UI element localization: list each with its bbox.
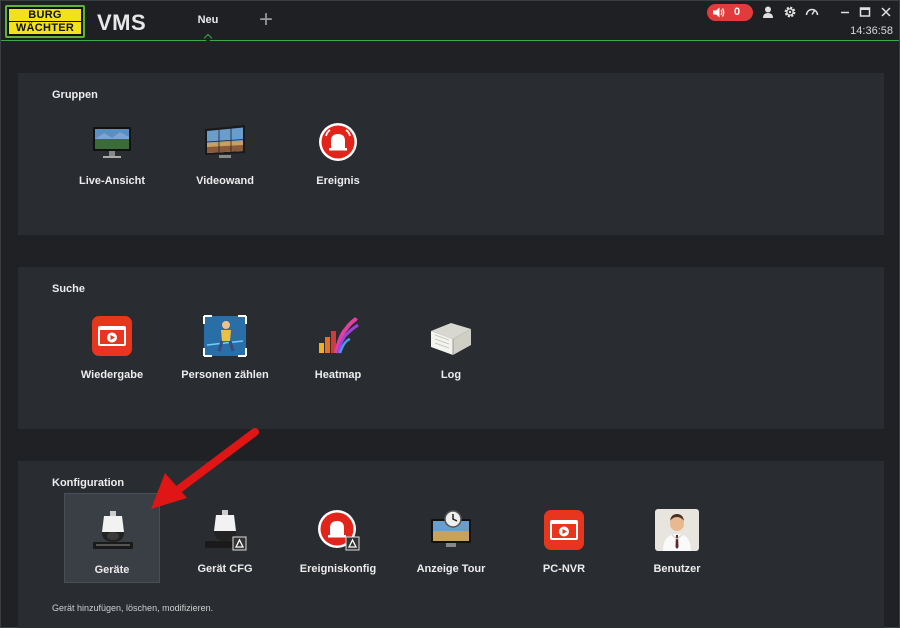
minimize-icon[interactable] — [838, 5, 852, 19]
gear-icon[interactable] — [783, 5, 797, 19]
tile-label: PC-NVR — [542, 563, 586, 575]
playback-icon — [92, 316, 132, 356]
tile-personen-zaehlen[interactable]: Personen zählen — [177, 299, 273, 389]
event-config-icon — [318, 510, 360, 551]
tile-benutzer[interactable]: Benutzer — [629, 493, 725, 583]
tile-label: Personen zählen — [181, 369, 269, 381]
device-config-icon — [205, 510, 247, 551]
section-title: Gruppen — [52, 89, 98, 101]
book-icon — [431, 323, 471, 355]
clock: 14:36:58 — [850, 25, 893, 37]
title-bar: BURG WÄCHTER VMS Neu + 0 14:36:58 — [1, 1, 899, 43]
section-title: Konfiguration — [52, 477, 125, 489]
tab-active-indicator — [203, 33, 213, 43]
close-icon[interactable] — [879, 5, 893, 19]
tab-neu[interactable]: Neu — [187, 1, 229, 43]
tile-geraete[interactable]: Geräte — [64, 493, 160, 583]
tile-pc-nvr[interactable]: PC-NVR — [516, 493, 612, 583]
section-title: Suche — [52, 283, 86, 295]
people-counting-icon — [203, 315, 247, 357]
user-avatar-icon — [655, 509, 699, 551]
tile-log[interactable]: Log — [403, 299, 499, 389]
tile-label: Ereignis — [316, 175, 360, 187]
tile-videowand[interactable]: Videowand — [177, 105, 273, 195]
tile-anzeige-tour[interactable]: Anzeige Tour — [403, 493, 499, 583]
section-konfiguration: Konfiguration Geräte Gerät CFG Ereignisk… — [18, 461, 884, 628]
tile-label: Heatmap — [314, 369, 362, 381]
heatmap-icon — [319, 317, 359, 354]
tile-label: Ereigniskonfig — [299, 563, 377, 575]
tile-label: Geräte — [94, 564, 130, 576]
tile-label: Benutzer — [653, 563, 701, 575]
user-icon[interactable] — [761, 5, 775, 19]
tile-label: Log — [440, 369, 462, 381]
tile-label: Anzeige Tour — [416, 563, 486, 575]
alarm-counter[interactable]: 0 — [707, 4, 753, 21]
display-tour-icon — [431, 510, 471, 547]
tile-ereigniskonfig[interactable]: Ereigniskonfig — [290, 493, 386, 583]
tile-wiedergabe[interactable]: Wiedergabe — [64, 299, 160, 389]
status-hint: Gerät hinzufügen, löschen, modifizieren. — [52, 603, 214, 613]
section-gruppen: Gruppen Live-Ansicht Videowand Ereignis — [18, 73, 884, 235]
vms-window: BURG WÄCHTER VMS Neu + 0 14:36:58 Gruppe… — [0, 0, 900, 628]
monitor-icon — [93, 127, 131, 158]
alarm-count: 0 — [734, 6, 741, 18]
pc-nvr-icon — [544, 510, 584, 550]
tile-ereignis[interactable]: Ereignis — [290, 105, 386, 195]
alarm-bell-icon — [319, 123, 357, 161]
speaker-icon — [713, 7, 725, 18]
add-tab-button[interactable]: + — [255, 8, 277, 32]
app-title: VMS — [97, 10, 147, 35]
ptz-camera-icon — [93, 511, 133, 549]
tile-label: Live-Ansicht — [78, 175, 145, 187]
tile-label: Gerät CFG — [197, 563, 253, 575]
tile-heatmap[interactable]: Heatmap — [290, 299, 386, 389]
tab-neu-label: Neu — [197, 14, 219, 26]
tile-live-ansicht[interactable]: Live-Ansicht — [64, 105, 160, 195]
burg-waechter-logo: BURG WÄCHTER — [5, 5, 85, 38]
maximize-icon[interactable] — [858, 5, 872, 19]
tile-label: Videowand — [196, 175, 254, 187]
video-wall-icon — [205, 125, 245, 158]
speed-icon[interactable] — [805, 5, 819, 19]
tile-geraet-cfg[interactable]: Gerät CFG — [177, 493, 273, 583]
tile-label: Wiedergabe — [80, 369, 144, 381]
section-suche: Suche Wiedergabe Personen zählen Heatmap… — [18, 267, 884, 429]
